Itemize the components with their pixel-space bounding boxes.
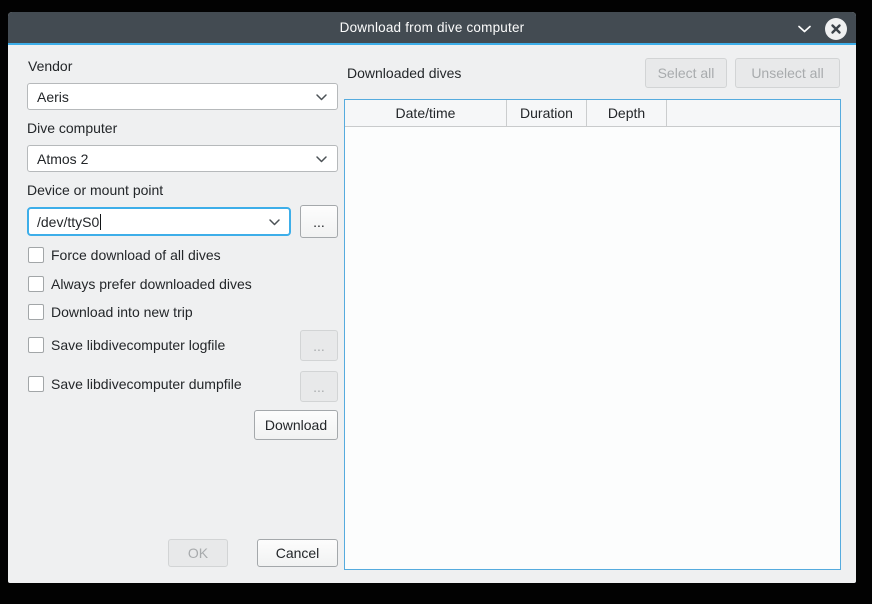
titlebar[interactable]: Download from dive computer [8,12,856,45]
ok-button[interactable]: OK [168,539,228,567]
logfile-browse-button[interactable]: ... [300,330,338,361]
column-header-duration[interactable]: Duration [507,100,587,126]
dive-computer-value: Atmos 2 [37,151,88,167]
text-cursor [100,214,101,230]
cancel-button[interactable]: Cancel [257,539,338,567]
table-header: Date/time Duration Depth [345,100,840,127]
dive-computer-label: Dive computer [27,120,117,136]
device-label: Device or mount point [27,182,163,198]
new-trip-label: Download into new trip [51,304,193,320]
prefer-downloaded-checkbox[interactable] [28,276,44,292]
force-download-label: Force download of all dives [51,247,221,263]
unselect-all-button[interactable]: Unselect all [735,58,840,88]
column-header-date-time[interactable]: Date/time [345,100,507,126]
prefer-downloaded-row[interactable]: Always prefer downloaded dives [28,275,252,293]
downloaded-dives-table[interactable]: Date/time Duration Depth [344,99,841,570]
close-button[interactable] [825,18,847,40]
dumpfile-browse-button[interactable]: ... [300,371,338,402]
save-dumpfile-checkbox[interactable] [28,376,44,392]
save-dumpfile-row[interactable]: Save libdivecomputer dumpfile [28,375,242,393]
vendor-label: Vendor [28,58,72,74]
table-body[interactable] [345,127,840,569]
column-header-empty[interactable] [667,100,840,126]
select-all-button[interactable]: Select all [645,58,727,88]
save-dumpfile-label: Save libdivecomputer dumpfile [51,376,242,392]
save-logfile-label: Save libdivecomputer logfile [51,337,225,353]
download-button[interactable]: Download [254,410,338,440]
downloaded-dives-title: Downloaded dives [347,65,461,81]
chevron-down-icon [315,151,328,167]
save-logfile-checkbox[interactable] [28,337,44,353]
dive-computer-select[interactable]: Atmos 2 [27,145,338,172]
vendor-value: Aeris [37,89,69,105]
save-logfile-row[interactable]: Save libdivecomputer logfile [28,336,225,354]
prefer-downloaded-label: Always prefer downloaded dives [51,276,252,292]
download-dialog: Download from dive computer Vendor Aeris… [8,12,856,583]
device-browse-button[interactable]: ... [300,205,338,238]
device-value: /dev/ttyS0 [37,214,101,230]
force-download-row[interactable]: Force download of all dives [28,246,221,264]
new-trip-checkbox[interactable] [28,304,44,320]
device-input[interactable]: /dev/ttyS0 [27,207,291,236]
column-header-depth[interactable]: Depth [587,100,667,126]
close-icon [830,23,842,35]
vendor-select[interactable]: Aeris [27,83,338,110]
chevron-down-icon [268,214,281,230]
chevron-down-icon[interactable] [797,24,812,34]
window-title: Download from dive computer [340,20,525,35]
force-download-checkbox[interactable] [28,247,44,263]
new-trip-row[interactable]: Download into new trip [28,303,193,321]
chevron-down-icon [315,89,328,105]
